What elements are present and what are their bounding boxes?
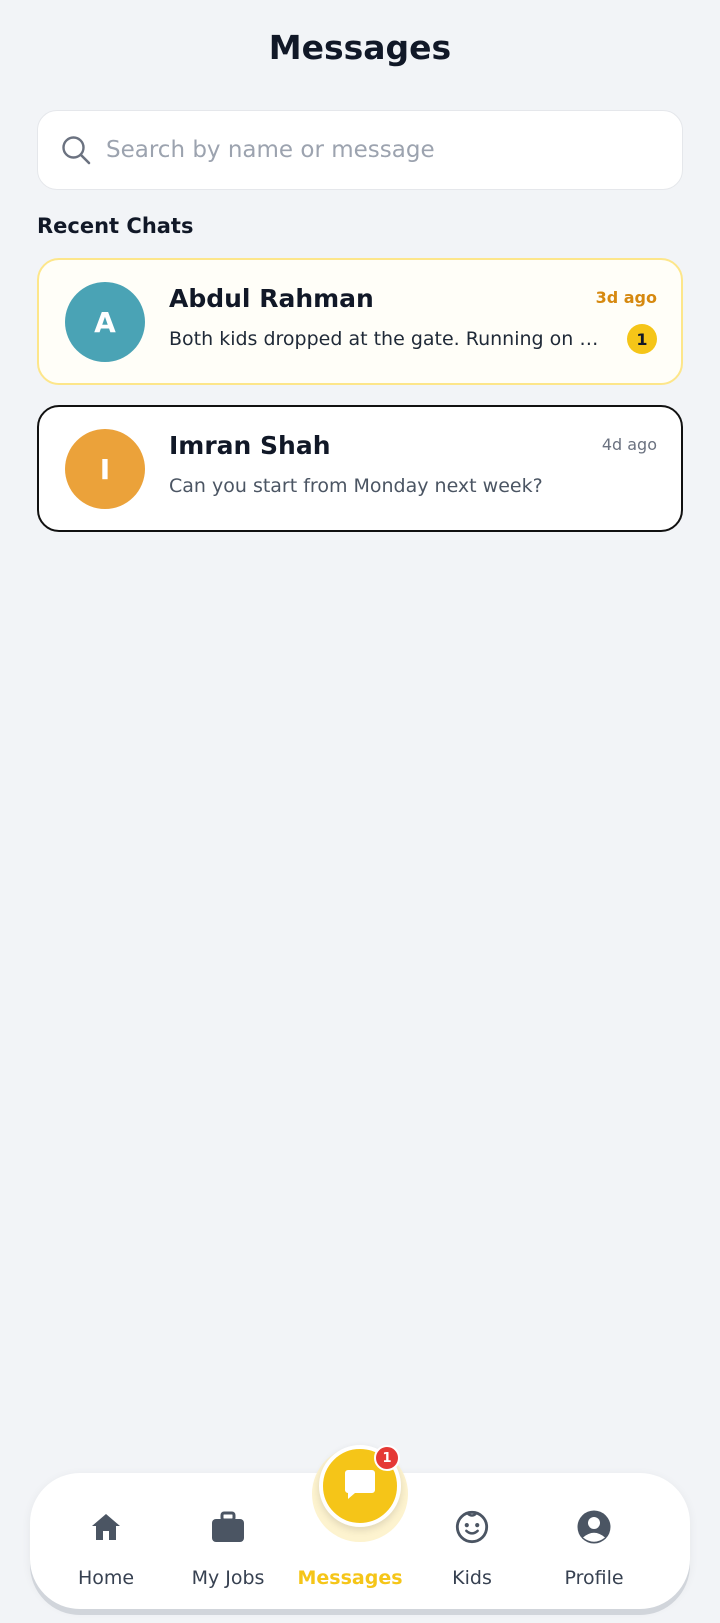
page-title: Messages: [268, 28, 452, 67]
chat-name: Abdul Rahman: [169, 284, 374, 313]
chat-preview: Both kids dropped at the gate. Running o…: [169, 328, 599, 350]
chat-time: 3d ago: [595, 288, 657, 307]
search-icon: [60, 134, 92, 166]
search-bar[interactable]: [37, 110, 683, 190]
nav-item-my-jobs[interactable]: My Jobs: [166, 1473, 290, 1609]
avatar-initial: I: [99, 452, 111, 486]
chat-name: Imran Shah: [169, 431, 331, 460]
chat-preview: Can you start from Monday next week?: [169, 475, 543, 497]
briefcase-icon: [210, 1509, 246, 1545]
nav-label: My Jobs: [191, 1567, 265, 1589]
avatar: A: [65, 282, 145, 362]
notification-badge: 1: [374, 1445, 400, 1471]
nav-label: Messages: [297, 1567, 403, 1589]
user-circle-icon: [576, 1509, 612, 1545]
section-title: Recent Chats: [37, 214, 194, 238]
chat-time: 4d ago: [601, 435, 657, 454]
chat-item[interactable]: I Imran Shah Can you start from Monday n…: [37, 405, 683, 532]
chat-item[interactable]: A Abdul Rahman Both kids dropped at the …: [37, 258, 683, 385]
baby-face-icon: [454, 1509, 490, 1545]
search-input[interactable]: [106, 137, 666, 163]
nav-item-kids[interactable]: Kids: [410, 1473, 534, 1609]
nav-item-home[interactable]: Home: [44, 1473, 168, 1609]
nav-label: Kids: [452, 1567, 492, 1589]
avatar: I: [65, 429, 145, 509]
bottom-nav: Home My Jobs Messages Kids Profile 1: [30, 1445, 690, 1609]
chat-icon: [340, 1464, 380, 1508]
nav-label: Profile: [564, 1567, 624, 1589]
nav-item-profile[interactable]: Profile: [532, 1473, 656, 1609]
home-icon: [88, 1509, 124, 1545]
avatar-initial: A: [94, 305, 116, 339]
nav-label: Home: [77, 1567, 135, 1589]
unread-badge: 1: [627, 324, 657, 354]
